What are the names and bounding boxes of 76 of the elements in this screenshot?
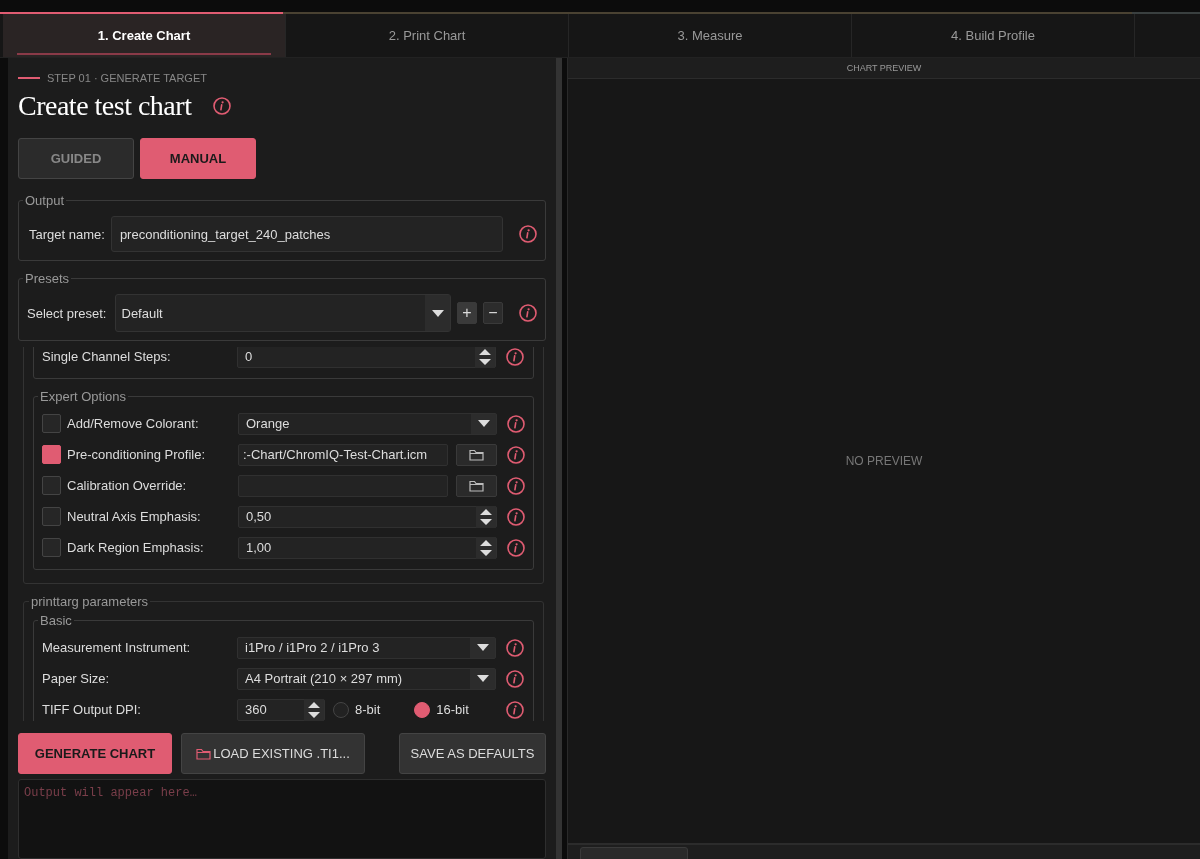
tab[interactable]: 3. Measure [569, 14, 852, 57]
group-title: Basic [39, 613, 73, 628]
radio-label: 16-bit [436, 702, 469, 717]
load-button[interactable]: LOAD EXISTING .TI1... [181, 733, 365, 775]
empty-preview-message: NO PREVIEW [845, 454, 923, 468]
folder-icon [196, 747, 212, 760]
info-icon[interactable] [506, 347, 524, 366]
checkbox[interactable] [42, 538, 61, 557]
add-button[interactable]: + [457, 302, 477, 324]
field-label: Neutral Axis Emphasis: [67, 509, 202, 524]
browse-button[interactable] [456, 474, 497, 497]
info-icon[interactable] [507, 445, 525, 464]
mode-toggle-button[interactable]: MANUAL [140, 138, 256, 179]
file-path-field[interactable]: :-Chart/ChromIQ-Test-Chart.icm [238, 443, 448, 466]
group-title: Expert Options [39, 389, 127, 404]
number-field[interactable]: 360 [237, 698, 325, 721]
field-label: Single Channel Steps: [42, 349, 172, 364]
generate-button[interactable]: GENERATE CHART [18, 733, 172, 775]
field-label: Select preset: [27, 305, 107, 321]
spin-buttons[interactable] [476, 536, 496, 559]
field-label: Calibration Override: [67, 478, 188, 493]
spin-buttons[interactable] [475, 347, 495, 368]
preview-header: CHART PREVIEW [846, 63, 922, 73]
mode-toggle-button[interactable]: GUIDED [18, 138, 134, 179]
checkbox[interactable] [42, 445, 61, 464]
field-label: Target name: [29, 226, 105, 242]
dropdown-arrow-icon [477, 420, 490, 427]
output-log[interactable]: Output will appear here… [18, 779, 546, 859]
preset-dropdown[interactable]: Default [114, 294, 451, 332]
folder-icon [469, 448, 484, 461]
number-field[interactable]: 0,50 [238, 505, 497, 528]
group-title: Output [24, 193, 66, 208]
dropdown[interactable]: A4 Portrait (210 × 297 mm) [237, 667, 496, 690]
tab[interactable]: 1. Create Chart [3, 14, 286, 57]
group-title: printtarg parameters [30, 594, 150, 609]
target-name-field[interactable]: preconditioning_target_240_patches [110, 216, 503, 252]
dropdown[interactable]: i1Pro / i1Pro 2 / i1Pro 3 [237, 636, 496, 659]
spin-buttons[interactable] [304, 698, 324, 721]
field-label: Dark Region Emphasis: [67, 540, 205, 555]
radio-button[interactable] [333, 701, 349, 718]
dropdown-arrow-icon [476, 675, 489, 682]
tab[interactable]: 4. Build Profile [852, 14, 1135, 57]
radio-label: 8-bit [355, 702, 381, 717]
radio-button[interactable] [414, 701, 431, 718]
group-title: Presets [24, 271, 71, 286]
dropdown[interactable]: Orange [238, 412, 497, 435]
folder-icon [469, 479, 484, 492]
field-label: Pre-conditioning Profile: [67, 447, 207, 462]
info-icon[interactable] [507, 414, 525, 433]
remove-button[interactable]: − [483, 302, 503, 324]
page-title: Create test chart [18, 90, 192, 122]
checkbox[interactable] [42, 476, 61, 495]
number-field[interactable]: 1,00 [238, 536, 497, 559]
field-label: Paper Size: [42, 671, 111, 686]
field-label: Measurement Instrument: [42, 640, 192, 655]
info-icon[interactable] [506, 638, 524, 657]
tab[interactable]: 2. Print Chart [286, 14, 569, 57]
spin-buttons[interactable] [476, 505, 496, 528]
info-icon[interactable] [506, 669, 524, 688]
dropdown-arrow-icon [431, 309, 444, 317]
number-field[interactable]: 0 [237, 347, 496, 368]
checkbox[interactable] [42, 414, 61, 433]
info-icon[interactable] [507, 538, 525, 557]
save-defaults-button[interactable]: SAVE AS DEFAULTS [399, 733, 546, 775]
dropdown-arrow-icon [476, 644, 489, 651]
info-icon[interactable] [507, 507, 525, 526]
info-icon[interactable] [507, 476, 525, 495]
field-label: TIFF Output DPI: [42, 702, 142, 717]
browse-button[interactable] [456, 443, 497, 466]
checkbox[interactable] [42, 507, 61, 526]
info-icon[interactable] [506, 700, 524, 719]
info-icon[interactable] [213, 97, 232, 115]
info-icon[interactable] [519, 225, 537, 243]
step-label: STEP 01 · GENERATE TARGET [47, 72, 207, 84]
field-label: Add/Remove Colorant: [67, 416, 200, 431]
info-icon[interactable] [519, 304, 537, 322]
